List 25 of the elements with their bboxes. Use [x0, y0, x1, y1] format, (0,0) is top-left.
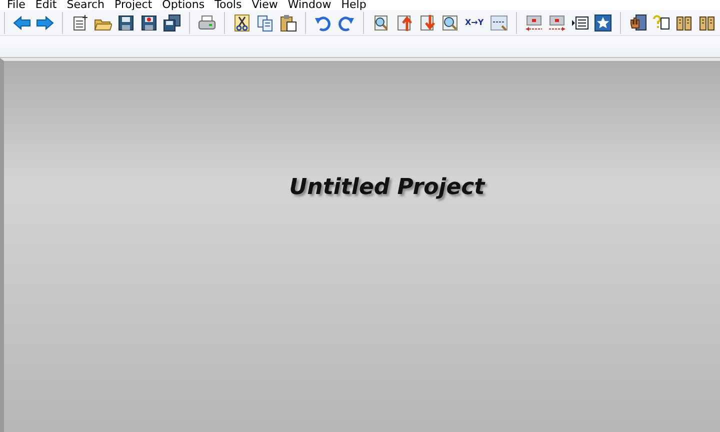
menu-item[interactable]: Options: [159, 0, 212, 10]
magnifier-page-icon[interactable]: [440, 12, 460, 32]
project-title: Untitled Project: [289, 174, 485, 201]
menu-item[interactable]: Edit: [32, 0, 64, 10]
star-icon[interactable]: [592, 12, 613, 32]
floppy-disk-icon[interactable]: [116, 12, 136, 32]
menu-item[interactable]: Project: [112, 0, 160, 10]
hand-book-icon[interactable]: [628, 12, 648, 32]
menu-item[interactable]: File: [4, 0, 32, 10]
clipboard-icon[interactable]: [278, 12, 298, 32]
copy-icon[interactable]: [255, 12, 275, 32]
menu-item[interactable]: Help: [338, 0, 374, 10]
floppy-disk-icon[interactable]: [139, 12, 159, 32]
scissors-icon[interactable]: [232, 12, 252, 32]
menu-item[interactable]: Tools: [212, 0, 249, 10]
split-left-icon[interactable]: [524, 12, 544, 32]
swap-button[interactable]: X→Y: [463, 12, 486, 32]
help-icon[interactable]: [650, 12, 671, 32]
web-page-icon[interactable]: [488, 12, 509, 32]
menu-item[interactable]: Window: [284, 0, 338, 10]
stacked-disks-icon[interactable]: [162, 12, 182, 32]
menu-item[interactable]: View: [248, 0, 285, 10]
printer-icon[interactable]: [197, 12, 217, 32]
menu-item[interactable]: Search: [64, 0, 112, 10]
split-right-icon[interactable]: [546, 12, 567, 32]
